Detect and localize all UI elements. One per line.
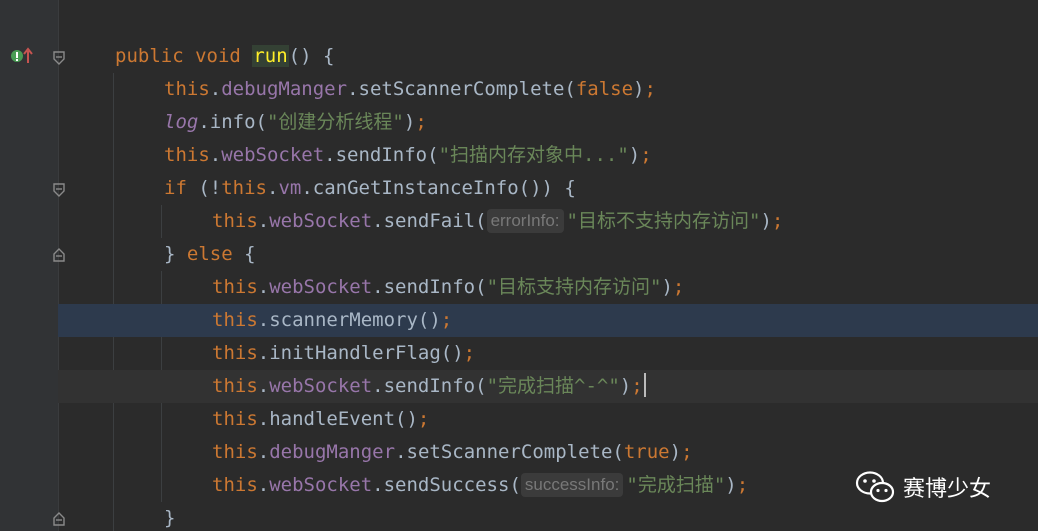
- code-text: ): [403, 111, 416, 133]
- code-text: .: [257, 210, 270, 232]
- code-text: .sendInfo(: [324, 144, 439, 166]
- code-line[interactable]: this.debugManger.setScannerComplete(true…: [0, 436, 1038, 469]
- method-name[interactable]: run: [252, 45, 289, 67]
- semicolon: ;: [736, 474, 749, 496]
- code-text: .initHandlerFlag(): [257, 342, 464, 364]
- semicolon: ;: [644, 78, 656, 100]
- keyword: this: [212, 441, 258, 463]
- code-line[interactable]: log.info("创建分析线程");: [0, 106, 1038, 139]
- code-text: ): [633, 78, 645, 100]
- field-name: vm: [278, 177, 302, 199]
- field-name: webSocket: [269, 375, 373, 397]
- code-line[interactable]: this.handleEvent();: [0, 403, 1038, 436]
- string-literal: "创建分析线程": [266, 111, 404, 133]
- code-line-current[interactable]: this.webSocket.sendInfo("完成扫描^-^");: [58, 370, 1038, 403]
- semicolon: ;: [417, 408, 430, 430]
- keyword: this: [212, 210, 258, 232]
- code-line-selected[interactable]: this.scannerMemory();: [58, 304, 1038, 337]
- keyword: this: [212, 309, 258, 331]
- keyword: if: [164, 177, 187, 199]
- code-text: .scannerMemory(): [257, 309, 441, 331]
- keyword: true: [623, 441, 670, 463]
- field-name: webSocket: [221, 144, 325, 166]
- code-text: .sendInfo(: [372, 276, 487, 298]
- field-name: debugManger: [269, 441, 396, 463]
- code-text: .setScannerComplete(: [347, 78, 576, 100]
- code-text: .: [266, 177, 279, 199]
- semicolon: ;: [771, 210, 784, 232]
- keyword: this: [212, 276, 258, 298]
- parameter-hint: successInfo:: [520, 473, 624, 497]
- semicolon: ;: [672, 276, 685, 298]
- code-text: (!: [186, 177, 222, 199]
- code-text: .sendInfo(: [372, 375, 487, 397]
- string-literal: "完成扫描^-^": [486, 375, 620, 397]
- code-text: .sendFail(: [372, 210, 487, 232]
- watermark-text: 赛博少女: [903, 477, 992, 502]
- string-literal: "扫描内存对象中...": [438, 144, 629, 166]
- code-text: ): [628, 144, 641, 166]
- string-literal: "目标不支持内存访问": [566, 210, 761, 232]
- code-editor[interactable]: public void run() { this.debugManger.set…: [0, 0, 1038, 531]
- wechat-icon: [855, 471, 895, 503]
- keyword: this: [164, 78, 210, 100]
- code-line[interactable]: this.debugManger.setScannerComplete(fals…: [0, 73, 1038, 106]
- code-text: .: [209, 144, 222, 166]
- parameter-hint: errorInfo:: [486, 209, 564, 233]
- code-text: {: [232, 243, 256, 265]
- code-line[interactable]: this.webSocket.sendInfo("扫描内存对象中...");: [0, 139, 1038, 172]
- code-line[interactable]: public void run() {: [0, 40, 1038, 73]
- watermark: 赛博少女: [855, 467, 991, 507]
- string-literal: "目标支持内存访问": [486, 276, 662, 298]
- code-text: .: [209, 78, 222, 100]
- code-text: ): [661, 276, 673, 298]
- code-text: .canGetInstanceInfo()) {: [301, 177, 576, 199]
- code-text: .: [257, 276, 270, 298]
- keyword: this: [221, 177, 267, 199]
- static-field: log: [164, 111, 199, 133]
- keyword: this: [212, 342, 258, 364]
- code-text: ): [669, 441, 682, 463]
- code-line[interactable]: this.webSocket.sendInfo("目标支持内存访问");: [0, 271, 1038, 304]
- semicolon: ;: [640, 144, 652, 166]
- string-literal: "完成扫描": [626, 474, 726, 496]
- keyword: this: [212, 408, 258, 430]
- semicolon: ;: [631, 375, 643, 397]
- code-text: .info(: [198, 111, 267, 133]
- text-caret: [643, 373, 646, 397]
- keyword: else: [186, 243, 233, 265]
- semicolon: ;: [415, 111, 427, 133]
- code-text: .setScannerComplete(: [395, 441, 624, 463]
- keyword: this: [212, 474, 258, 496]
- code-text: }: [164, 243, 187, 265]
- code-line[interactable]: this.initHandlerFlag();: [0, 337, 1038, 370]
- keyword: this: [212, 375, 258, 397]
- code-text: ): [760, 210, 772, 232]
- code-text: .sendSuccess(: [372, 474, 521, 496]
- field-name: webSocket: [269, 276, 373, 298]
- field-name: debugManger: [221, 78, 348, 100]
- semicolon: ;: [440, 309, 453, 331]
- semicolon: ;: [463, 342, 476, 364]
- field-name: webSocket: [269, 474, 373, 496]
- code-text: ): [619, 375, 632, 397]
- semicolon: ;: [681, 441, 693, 463]
- keyword: public: [115, 45, 184, 67]
- code-line[interactable]: } else {: [0, 238, 1038, 271]
- keyword: false: [575, 78, 634, 100]
- code-text: .: [257, 375, 270, 397]
- code-text: }: [164, 507, 176, 529]
- code-text: .handleEvent(): [257, 408, 418, 430]
- code-text: .: [257, 441, 270, 463]
- code-line[interactable]: this.webSocket.sendFail(errorInfo: "目标不支持…: [0, 205, 1038, 238]
- code-text: ): [725, 474, 737, 496]
- keyword: void: [195, 45, 241, 67]
- code-text: .: [257, 474, 270, 496]
- code-line[interactable]: if (!this.vm.canGetInstanceInfo()) {: [0, 172, 1038, 205]
- field-name: webSocket: [269, 210, 373, 232]
- code-text: () {: [288, 45, 335, 67]
- keyword: this: [164, 144, 210, 166]
